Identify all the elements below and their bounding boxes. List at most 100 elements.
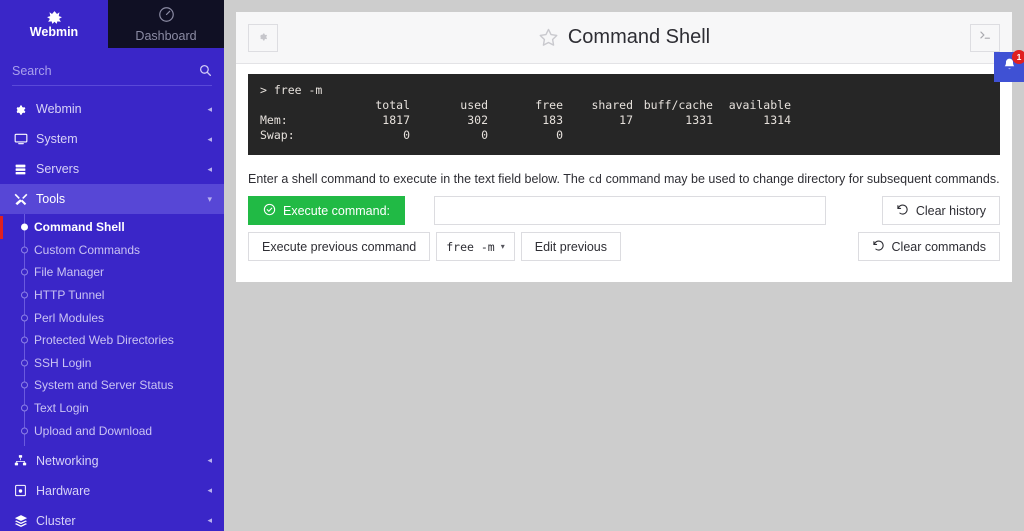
bullet-icon: [20, 336, 28, 344]
sidebar-item-label: System: [36, 132, 78, 146]
sidebar-item-webmin[interactable]: Webmin ◂: [0, 94, 224, 124]
sidebar-subitem-label: System and Server Status: [34, 378, 174, 393]
sidebar-item-text-login[interactable]: Text Login: [0, 397, 224, 420]
search-icon[interactable]: [199, 64, 212, 77]
sidebar-item-command-shell[interactable]: Command Shell: [0, 216, 224, 239]
sidebar-item-servers[interactable]: Servers ◂: [0, 154, 224, 184]
bullet-icon: [20, 427, 28, 435]
chevron-left-icon: ◂: [207, 455, 212, 466]
sidebar-item-perl-modules[interactable]: Perl Modules: [0, 306, 224, 329]
command-input[interactable]: [434, 196, 826, 225]
sidebar-nav: Webmin ◂ System ◂ Servers ◂ Tools ▾ Comm…: [0, 86, 224, 531]
sidebar-item-label: Networking: [36, 453, 99, 468]
page-title: Command Shell: [567, 26, 711, 48]
previous-command-value: free -m: [446, 239, 495, 254]
execute-command-label: Execute command:: [283, 203, 390, 218]
terminal-cell: 302: [467, 113, 488, 127]
sidebar-subitem-label: SSH Login: [34, 355, 92, 370]
sidebar-item-label: Cluster: [36, 513, 76, 528]
bullet-icon: [20, 314, 28, 322]
chevron-left-icon: ◂: [207, 103, 212, 114]
sidebar-item-cluster[interactable]: Cluster ◂: [0, 506, 224, 531]
main-content: Command Shell > free -m total used free shar…: [224, 0, 1024, 531]
sidebar-item-tools[interactable]: Tools ▾: [0, 184, 224, 214]
sidebar-item-system-and-server-status[interactable]: System and Server Status: [0, 374, 224, 397]
sidebar-item-hardware[interactable]: Hardware ◂: [0, 476, 224, 506]
terminal-col-total: total: [375, 98, 410, 112]
sidebar-item-custom-commands[interactable]: Custom Commands: [0, 239, 224, 262]
terminal-col-free: free: [535, 98, 563, 112]
terminal-prompt-icon: [978, 28, 992, 47]
notification-badge: 1: [1012, 50, 1024, 64]
sidebar-subitem-label: Command Shell: [34, 220, 125, 235]
search-input[interactable]: [12, 63, 199, 78]
sidebar-subitem-label: Protected Web Directories: [34, 333, 174, 348]
sidebar-item-label: Tools: [36, 192, 66, 206]
sidebar-item-label: Webmin: [36, 102, 82, 116]
bullet-icon: [20, 246, 28, 254]
chevron-left-icon: ◂: [207, 515, 212, 526]
terminal-cell: 183: [542, 113, 563, 127]
execute-previous-command-button[interactable]: Execute previous command: [248, 232, 431, 261]
instructions-part2: command may be used to change directory …: [602, 172, 1000, 186]
previous-command-select[interactable]: free -m ▾: [436, 232, 515, 261]
bullet-icon: [20, 291, 28, 299]
harddrive-icon: [14, 484, 36, 497]
edit-previous-button[interactable]: Edit previous: [520, 232, 621, 261]
undo-icon: [896, 203, 909, 219]
star-outline-icon[interactable]: [538, 27, 559, 48]
sidebar-subitem-label: Custom Commands: [34, 242, 141, 257]
sidebar-brandbar: Webmin Dashboard: [0, 0, 224, 48]
notifications-button[interactable]: 1: [994, 50, 1024, 82]
check-circle-icon: [263, 203, 276, 219]
previous-command-row: Execute previous command free -m ▾ Edit …: [248, 232, 1000, 261]
chevron-down-icon: ▾: [500, 242, 505, 251]
undo-icon: [872, 239, 885, 255]
sidebar-subitem-label: Perl Modules: [34, 310, 105, 325]
gauge-icon: [158, 6, 175, 28]
brand[interactable]: Webmin: [0, 0, 108, 48]
sitemap-icon: [14, 454, 36, 467]
chevron-left-icon: ◂: [207, 163, 212, 174]
webmin-logo-icon: [46, 10, 63, 25]
terminal-button[interactable]: [970, 23, 1000, 52]
dashboard-tab[interactable]: Dashboard: [108, 0, 224, 48]
tools-submenu: Command Shell Custom Commands File Manag…: [0, 214, 224, 446]
page-title-wrap: Command Shell: [236, 26, 1012, 49]
bullet-icon: [20, 404, 28, 412]
sidebar-item-file-manager[interactable]: File Manager: [0, 261, 224, 284]
brand-name: Webmin: [29, 24, 79, 39]
sidebar-item-label: Hardware: [36, 483, 91, 498]
card-body: > free -m total used free shared buff/cache av…: [236, 64, 1012, 282]
terminal-col-shared: shared: [591, 98, 633, 112]
terminal-cell: 0: [403, 128, 410, 142]
terminal-col-buffcache: buff/cache: [643, 98, 713, 112]
sidebar-subitem-label: HTTP Tunnel: [34, 288, 105, 303]
module-config-button[interactable]: [248, 23, 278, 52]
sidebar-item-system[interactable]: System ◂: [0, 124, 224, 154]
sidebar-item-http-tunnel[interactable]: HTTP Tunnel: [0, 284, 224, 307]
clear-commands-button[interactable]: Clear commands: [857, 232, 1000, 261]
chevron-left-icon: ◂: [207, 485, 212, 496]
bullet-icon: [20, 381, 28, 389]
terminal-header-row: total used free shared buff/cache available: [260, 98, 988, 113]
sidebar-item-networking[interactable]: Networking ◂: [0, 446, 224, 476]
sidebar-item-ssh-login[interactable]: SSH Login: [0, 352, 224, 375]
wrench-icon: [14, 192, 36, 206]
terminal-cell: 0: [556, 128, 563, 142]
search-box[interactable]: [12, 56, 212, 86]
terminal-row-mem: Mem: 1817 302 183 17 1331 1314: [260, 113, 988, 128]
gear-icon: [258, 29, 269, 47]
layers-icon: [14, 514, 36, 528]
clear-history-button[interactable]: Clear history: [881, 196, 1000, 225]
sidebar-item-protected-web-directories[interactable]: Protected Web Directories: [0, 329, 224, 352]
instructions-part1: Enter a shell command to execute in the …: [248, 172, 589, 186]
execute-previous-command-label: Execute previous command: [262, 239, 417, 254]
execute-command-button[interactable]: Execute command:: [248, 196, 405, 225]
terminal-cell: 17: [619, 113, 633, 127]
sidebar: Webmin Dashboard Search Webmin ◂ System …: [0, 0, 224, 531]
bullet-icon: [20, 359, 28, 367]
instructions-code: cd: [588, 172, 603, 186]
sidebar-item-upload-and-download[interactable]: Upload and Download: [0, 419, 224, 442]
terminal-cell: 1817: [382, 113, 410, 127]
